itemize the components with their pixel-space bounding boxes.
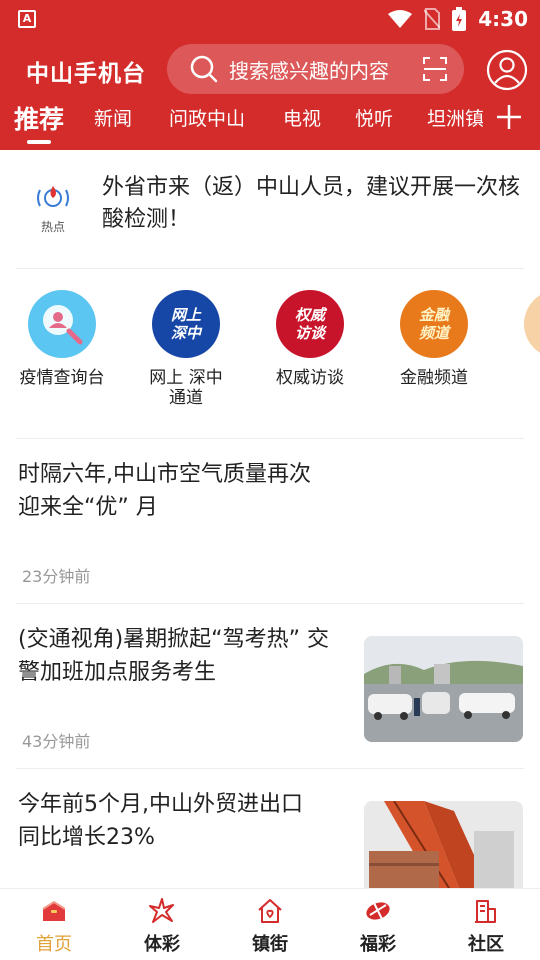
header: A 4:30 中山手机台 搜索感兴趣的内容 推荐 新闻 问政中山 电视 悦听 坦… <box>0 0 540 150</box>
channel-shortcuts: 疫情查询台 网上深中 网上 深中通道 权威访谈 权威访谈 金融频道 金融频道 中 <box>0 270 540 438</box>
search-placeholder: 搜索感兴趣的内容 <box>229 58 389 83</box>
channel-label: 中 <box>503 368 540 388</box>
tab-recommend[interactable]: 推荐 <box>14 100 64 136</box>
nav-label: 首页 <box>36 934 72 955</box>
bottom-nav: 首页 体彩 镇街 福彩 社区 <box>0 888 540 960</box>
news-thumbnail <box>364 636 523 742</box>
divider <box>16 768 524 769</box>
status-icons: 4:30 <box>388 4 528 34</box>
channel-more[interactable]: 中 <box>503 290 540 388</box>
news-time: 23分钟前 <box>22 567 91 586</box>
shenzhong-icon: 网上 深中 <box>152 290 220 358</box>
channel-label: 网上 深中 通道 <box>149 368 223 408</box>
epidemic-query-icon <box>28 290 96 358</box>
tabs-scroll: 推荐 新闻 问政中山 电视 悦听 坦洲镇 <box>0 98 483 150</box>
tab-wenzheng[interactable]: 问政中山 <box>169 104 245 131</box>
hot-label: 热点 <box>40 220 65 234</box>
home-icon <box>42 900 66 921</box>
hot-news-banner[interactable]: 热点 外省市来（返）中山人员，建议开展一次核酸检测！ <box>0 150 540 268</box>
news-title: 今年前5个月,中山外贸进出口 同比增长23% <box>18 792 303 850</box>
nav-home[interactable]: 首页 <box>0 897 108 956</box>
divider <box>16 603 524 604</box>
scan-icon[interactable] <box>422 56 448 82</box>
battery-charging-icon <box>452 7 467 31</box>
hot-headline: 外省市来（返）中山人员，建议开展一次核酸检测！ <box>102 175 521 232</box>
sports-lottery-icon <box>149 898 174 923</box>
divider <box>16 438 524 439</box>
tab-tv[interactable]: 电视 <box>283 104 321 131</box>
add-channel-icon[interactable] <box>494 102 524 132</box>
wifi-icon <box>388 10 413 28</box>
interview-icon: 权威 访谈 <box>276 290 344 358</box>
nav-label: 社区 <box>468 934 504 955</box>
nav-sports-lottery[interactable]: 体彩 <box>108 897 216 956</box>
town-house-icon <box>258 899 282 923</box>
tab-tanzhou[interactable]: 坦洲镇 <box>427 104 483 131</box>
welfare-lottery-icon <box>366 902 390 920</box>
channel-label: 权威访谈 <box>276 368 344 388</box>
tab-news[interactable]: 新闻 <box>94 104 132 131</box>
tab-audio[interactable]: 悦听 <box>355 104 393 131</box>
channel-interview[interactable]: 权威 访谈 权威访谈 <box>255 290 365 388</box>
channel-label: 疫情查询台 <box>19 368 105 388</box>
channel-tabs: 推荐 新闻 问政中山 电视 悦听 坦洲镇 <box>0 98 540 150</box>
status-bar: A 4:30 <box>0 0 540 38</box>
app-title: 中山手机台 <box>26 61 146 87</box>
news-time: 43分钟前 <box>22 732 91 751</box>
divider <box>16 268 524 269</box>
channel-label: 金融频道 <box>400 368 468 388</box>
hot-icon <box>37 186 69 207</box>
search-icon <box>190 55 218 83</box>
channel-shenzhong[interactable]: 网上 深中 网上 深中 通道 <box>131 290 241 408</box>
hot-badge: 热点 <box>30 180 76 236</box>
active-tab-indicator <box>27 140 51 144</box>
finance-icon: 金融 频道 <box>400 290 468 358</box>
nav-welfare-lottery[interactable]: 福彩 <box>324 897 432 956</box>
nav-community[interactable]: 社区 <box>432 897 540 956</box>
nav-label: 福彩 <box>360 934 396 955</box>
news-title: (交通视角)暑期掀起“驾考热” 交警加班加点服务考生 <box>18 627 329 685</box>
notification-app-icon: A <box>18 10 36 28</box>
search-bar[interactable]: 搜索感兴趣的内容 <box>167 44 464 94</box>
channel-more-icon <box>524 290 540 358</box>
user-avatar-icon[interactable] <box>486 49 528 91</box>
community-icon <box>475 900 496 923</box>
nav-town[interactable]: 镇街 <box>216 897 324 956</box>
no-sim-icon <box>424 8 441 30</box>
news-title: 时隔六年,中山市空气质量再次 迎来全“优” 月 <box>18 462 311 520</box>
nav-label: 体彩 <box>144 934 180 955</box>
clock: 4:30 <box>478 7 528 31</box>
channel-finance[interactable]: 金融 频道 金融频道 <box>379 290 489 388</box>
nav-label: 镇街 <box>252 934 288 955</box>
channel-epidemic-query[interactable]: 疫情查询台 <box>7 290 117 388</box>
